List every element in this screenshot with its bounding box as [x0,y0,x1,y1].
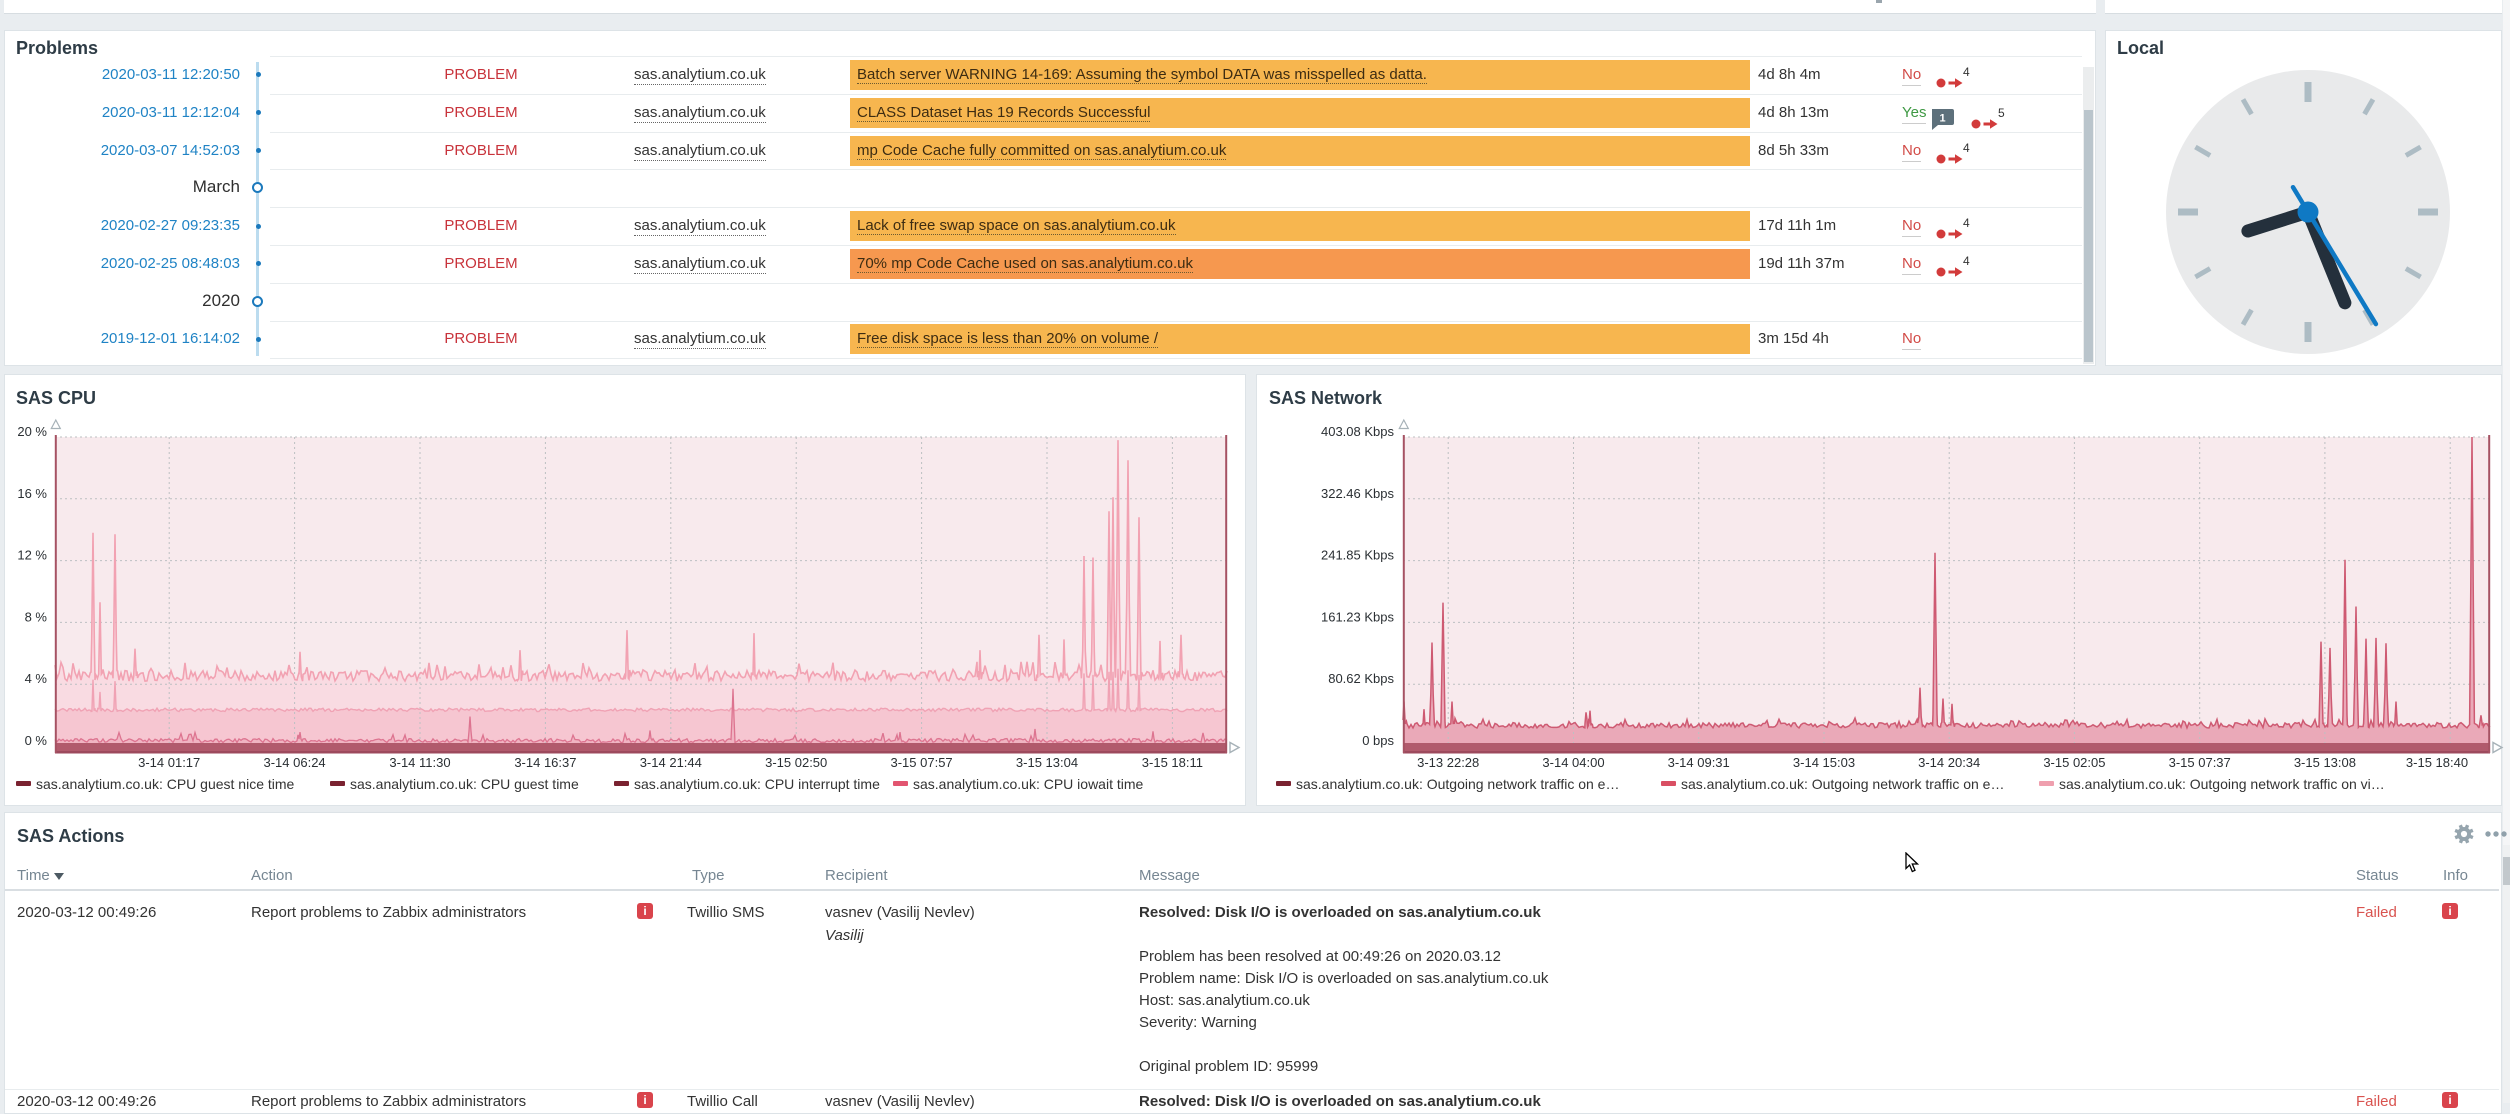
svg-text:403.08 Kbps: 403.08 Kbps [1321,424,1395,439]
svg-text:3-14 20:34: 3-14 20:34 [1918,755,1980,770]
svg-text:3-15 02:05: 3-15 02:05 [2043,755,2105,770]
svg-text:3-15 07:37: 3-15 07:37 [2169,755,2231,770]
svg-text:3-14 09:31: 3-14 09:31 [1668,755,1730,770]
svg-text:3-15 18:40: 3-15 18:40 [2406,755,2468,770]
svg-text:4: 4 [1963,141,1970,155]
svg-text:0 bps: 0 bps [1362,733,1394,748]
svg-text:sas.analytium.co.uk: CPU iowai: sas.analytium.co.uk: CPU iowait time [913,776,1144,792]
svg-text:3-14 01:17: 3-14 01:17 [138,755,200,770]
svg-text:4: 4 [1963,65,1970,79]
svg-text:12 %: 12 % [17,548,47,563]
svg-text:4: 4 [1963,254,1970,268]
svg-text:16 %: 16 % [17,486,47,501]
svg-text:sas.analytium.co.uk: Outgoing: sas.analytium.co.uk: Outgoing network tr… [2059,776,2385,792]
svg-text:sas.analytium.co.uk: CPU inter: sas.analytium.co.uk: CPU interrupt time [634,776,880,792]
svg-text:3-15 13:08: 3-15 13:08 [2294,755,2356,770]
svg-text:3-13 22:28: 3-13 22:28 [1417,755,1479,770]
svg-text:3-14 06:24: 3-14 06:24 [264,755,326,770]
svg-text:sas.analytium.co.uk: Outgoing: sas.analytium.co.uk: Outgoing network tr… [1296,776,1619,792]
svg-text:161.23 Kbps: 161.23 Kbps [1321,609,1395,624]
svg-text:3-14 16:37: 3-14 16:37 [514,755,576,770]
svg-text:1: 1 [1939,112,1945,124]
svg-text:3-14 15:03: 3-14 15:03 [1793,755,1855,770]
svg-text:3-15 13:04: 3-15 13:04 [1016,755,1078,770]
svg-text:80.62 Kbps: 80.62 Kbps [1328,671,1394,686]
svg-text:3-14 21:44: 3-14 21:44 [640,755,702,770]
svg-text:4 %: 4 % [25,671,48,686]
svg-text:4: 4 [1963,216,1970,230]
svg-text:3-14 11:30: 3-14 11:30 [389,755,450,770]
svg-text:322.46 Kbps: 322.46 Kbps [1321,486,1395,501]
svg-text:5: 5 [1998,106,2005,120]
svg-text:sas.analytium.co.uk: Outgoing: sas.analytium.co.uk: Outgoing network tr… [1681,776,2004,792]
svg-text:sas.analytium.co.uk: CPU guest: sas.analytium.co.uk: CPU guest time [350,776,579,792]
svg-text:20 %: 20 % [17,424,47,439]
svg-text:sas.analytium.co.uk: CPU guest: sas.analytium.co.uk: CPU guest nice time [36,776,295,792]
svg-text:241.85 Kbps: 241.85 Kbps [1321,548,1395,563]
svg-text:3-15 18:11: 3-15 18:11 [1142,755,1203,770]
svg-text:0 %: 0 % [25,733,48,748]
svg-text:8 %: 8 % [25,609,48,624]
svg-text:3-14 04:00: 3-14 04:00 [1542,755,1604,770]
svg-text:3-15 02:50: 3-15 02:50 [765,755,827,770]
svg-text:3-15 07:57: 3-15 07:57 [891,755,953,770]
